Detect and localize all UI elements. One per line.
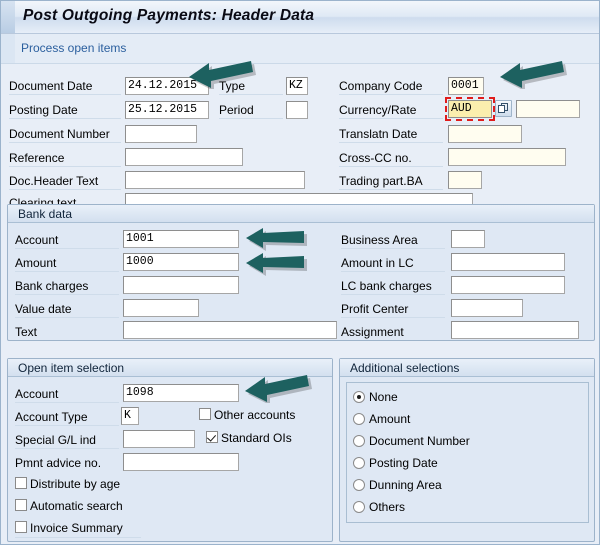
bank-data-group-title: Bank data [8,205,594,223]
radio-dunning-area[interactable] [353,479,365,491]
open-item-selection-title: Open item selection [8,359,332,377]
trading-partner-ba-field[interactable] [448,171,482,189]
period-field[interactable] [286,101,308,119]
label-assignment: Assignment [341,325,404,339]
company-code-field[interactable]: 0001 [448,77,484,95]
posting-date-field[interactable]: 25.12.2015 [125,101,209,119]
label-currency-rate: Currency/Rate [339,103,443,119]
checkbox-distribute-by-age[interactable] [15,477,27,489]
radio-document-number[interactable] [353,435,365,447]
bank-amount-field[interactable]: 1000 [123,253,239,271]
checkbox-invoice-summary[interactable] [15,521,27,533]
page-title: Post Outgoing Payments: Header Data [23,7,315,24]
subheader-bar: Process open items [1,34,599,64]
bank-account-field[interactable]: 1001 [123,230,239,248]
account-type-field[interactable]: K [121,407,139,425]
invoice-summary-underline [15,537,141,538]
label-account-type: Account Type [15,410,119,426]
assignment-field[interactable] [451,321,579,339]
process-open-items-button[interactable]: Process open items [21,41,126,55]
label-reference: Reference [9,151,121,167]
label-type: Type [219,79,283,95]
label-bank-account: Account [15,233,119,249]
label-bank-amount: Amount [15,256,119,272]
reference-field[interactable] [125,148,243,166]
label-posting-date: Posting Date [9,103,121,119]
label-bank-charges: Bank charges [15,279,119,295]
label-cross-cc-no: Cross-CC no. [339,151,443,167]
checkbox-automatic-search[interactable] [15,499,27,511]
label-oi-account: Account [15,387,119,403]
label-none: None [369,390,398,404]
bank-text-field[interactable] [123,321,337,339]
radio-amount[interactable] [353,413,365,425]
label-lc-bank-charges: LC bank charges [341,279,445,295]
translation-date-field[interactable] [448,125,522,143]
label-pmnt-advice-no: Pmnt advice no. [15,456,102,470]
label-distribute-by-age: Distribute by age [30,477,121,491]
label-amount: Amount [369,412,411,426]
label-invoice-summary: Invoice Summary [30,521,123,535]
special-gl-indicator-field[interactable] [123,430,195,448]
doc-header-text-field[interactable] [125,171,305,189]
business-area-field[interactable] [451,230,485,248]
label-company-code: Company Code [339,79,443,95]
document-number-field[interactable] [125,125,197,143]
label-document-number: Document Number [9,127,121,143]
exchange-rate-field[interactable] [516,100,580,118]
radio-none[interactable] [353,391,365,403]
label-business-area: Business Area [341,233,445,249]
checkbox-other-accounts[interactable] [199,408,211,420]
label-amount-in-lc: Amount in LC [341,256,445,272]
window-title-bar: Post Outgoing Payments: Header Data [1,1,599,34]
currency-field[interactable]: AUD [445,97,495,121]
label-value-date: Value date [15,302,119,318]
cross-cc-no-field[interactable] [448,148,566,166]
label-document-number-option: Document Number [369,434,470,448]
open-item-account-field[interactable]: 1098 [123,384,239,402]
lc-bank-charges-field[interactable] [451,276,565,294]
label-special-gl-ind: Special G/L ind [15,433,119,449]
value-date-field[interactable] [123,299,199,317]
label-others: Others [369,500,406,514]
label-dunning-area: Dunning Area [369,478,442,492]
radio-others[interactable] [353,501,365,513]
label-period: Period [219,103,283,119]
label-doc-header-text: Doc.Header Text [9,174,121,190]
additional-selections-title: Additional selections [340,359,594,377]
profit-center-field[interactable] [451,299,523,317]
type-field[interactable]: KZ [286,77,308,95]
radio-posting-date[interactable] [353,457,365,469]
payment-advice-no-field[interactable] [123,453,239,471]
label-trading-part-ba: Trading part.BA [339,174,443,190]
label-document-date: Document Date [9,79,121,95]
matchcode-icon[interactable] [495,100,512,117]
label-posting-date-option: Posting Date [369,456,438,470]
label-bank-text: Text [15,325,38,339]
label-other-accounts: Other accounts [214,408,296,422]
sap-transaction-window: Post Outgoing Payments: Header Data Proc… [0,0,600,545]
document-date-field[interactable]: 24.12.2015 [125,77,209,95]
label-automatic-search: Automatic search [30,499,123,513]
label-standard-ois: Standard OIs [221,431,292,445]
title-accent-bar [1,1,15,33]
label-profit-center: Profit Center [341,302,445,318]
label-translatn-date: Translatn Date [339,127,443,143]
amount-in-lc-field[interactable] [451,253,565,271]
subheader-accent-bar [1,34,15,63]
bank-charges-field[interactable] [123,276,239,294]
checkbox-standard-ois[interactable] [206,431,218,443]
